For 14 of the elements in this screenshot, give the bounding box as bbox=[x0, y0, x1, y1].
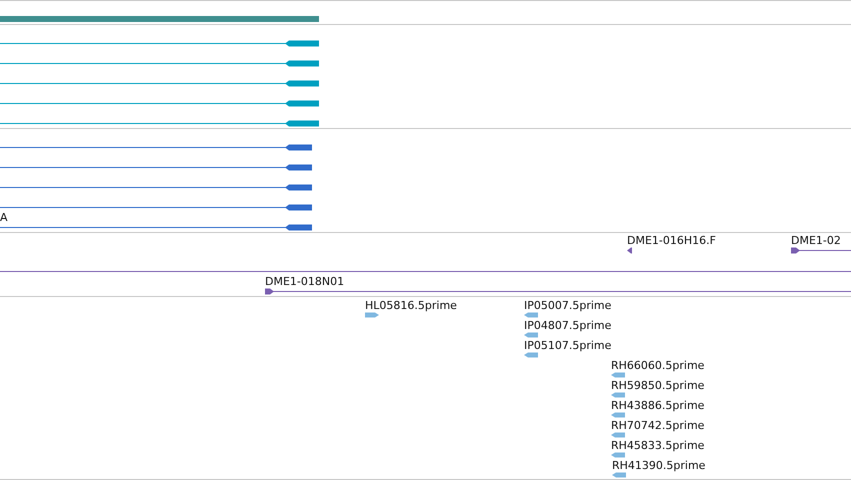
est-label: RH41390.5prime bbox=[612, 459, 706, 472]
est-label: RH43886.5prime bbox=[611, 399, 704, 412]
est-label: RH70742.5prime bbox=[611, 419, 704, 432]
est-label: RH59850.5prime bbox=[611, 379, 704, 392]
est-label: RH45833.5prime bbox=[611, 439, 704, 452]
est-label: HL05816.5prime bbox=[365, 299, 457, 312]
clone-label: DME1-016H16.F bbox=[627, 234, 716, 247]
est-label: RH66060.5prime bbox=[611, 359, 704, 372]
clone-label: DME1-018N01 bbox=[265, 275, 344, 288]
est-label: IP05107.5prime bbox=[524, 339, 612, 352]
clone-label: DME1-02 bbox=[791, 234, 841, 247]
est-label: IP05007.5prime bbox=[524, 299, 612, 312]
transcript-label: A bbox=[0, 211, 8, 224]
est-label: IP04807.5prime bbox=[524, 319, 612, 332]
